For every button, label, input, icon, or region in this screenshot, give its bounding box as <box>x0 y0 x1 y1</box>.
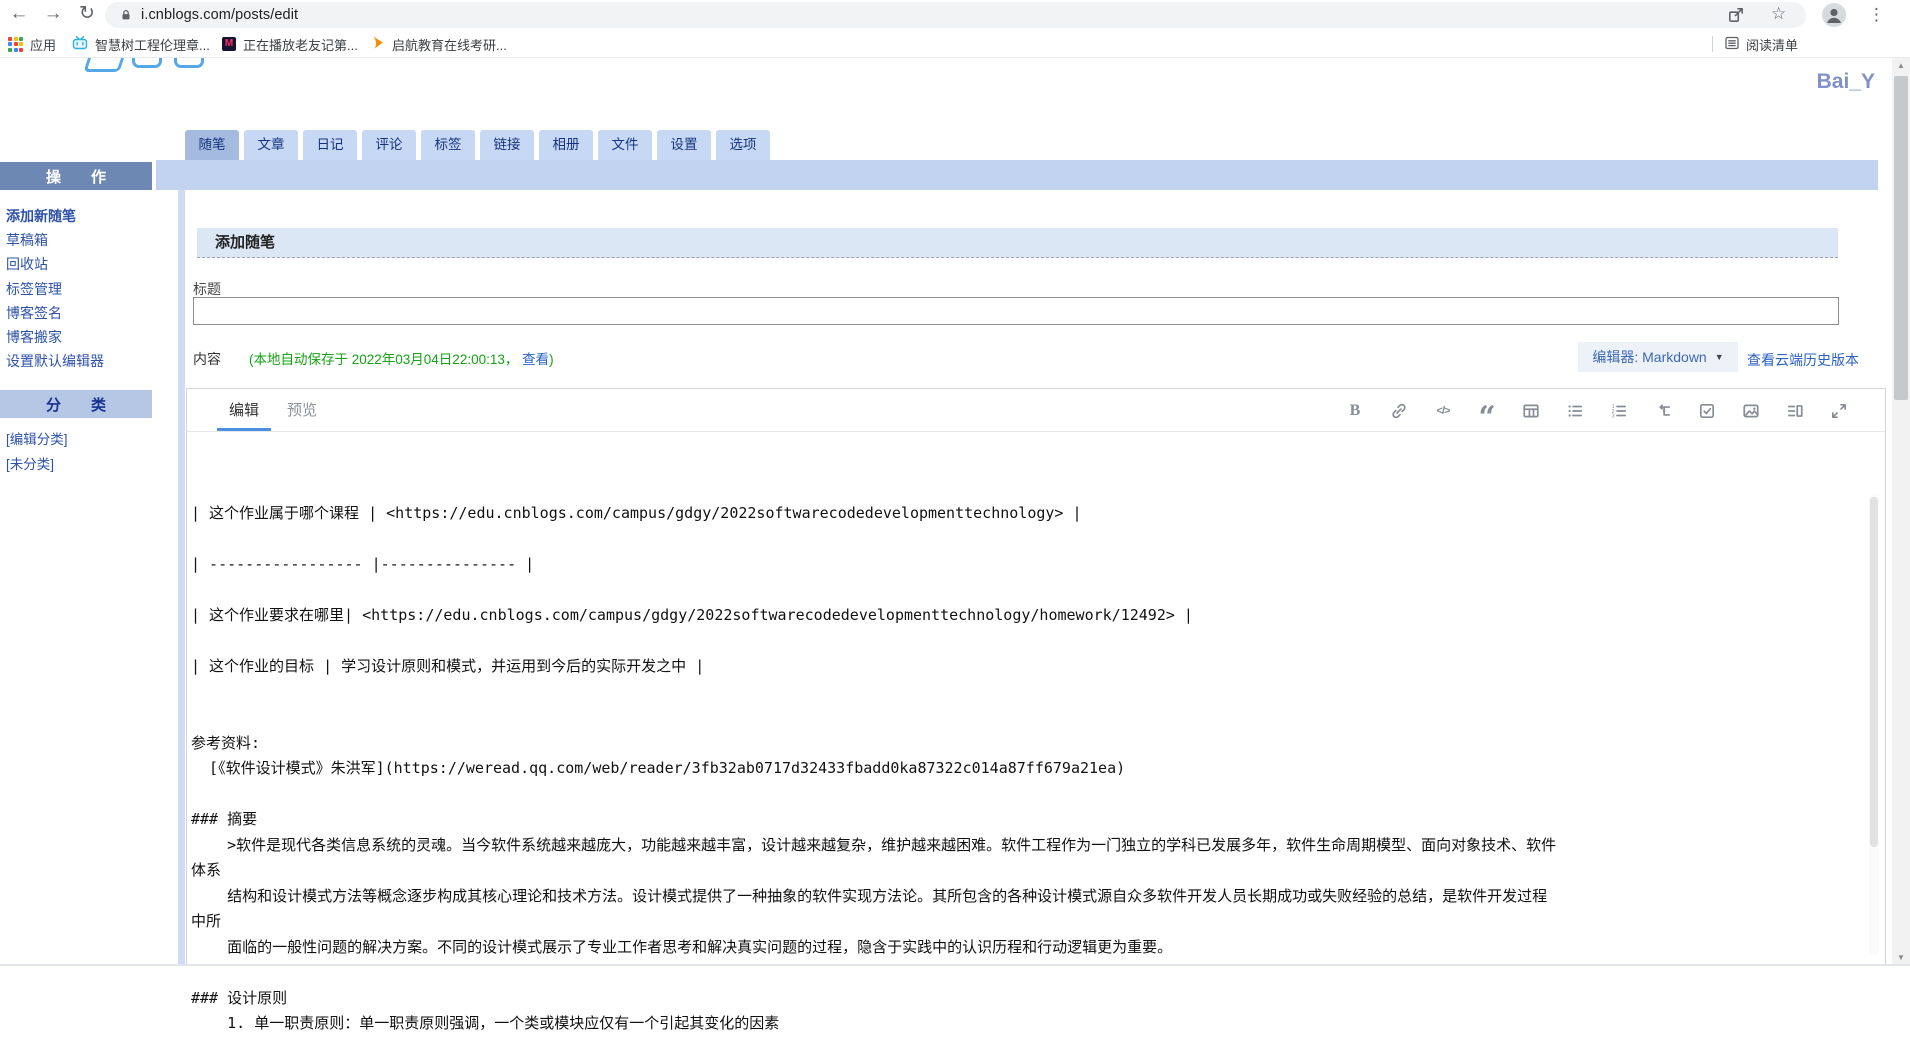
m-icon: M <box>222 37 236 51</box>
table-icon[interactable] <box>1521 401 1541 421</box>
sidebar-item-tag-manage[interactable]: 标签管理 <box>6 279 62 299</box>
editor-scrollbar-thumb[interactable] <box>1870 497 1878 847</box>
editor-toolbar: 编辑 预览 B </> “ 123 <box>187 389 1885 432</box>
editor-toolbar-icons: B </> “ 123 <box>1345 389 1849 432</box>
editor-tab-preview[interactable]: 预览 <box>287 399 317 420</box>
editor-select-button[interactable]: 编辑器: Markdown ▼ <box>1578 342 1738 372</box>
tab-shezhi[interactable]: 设置 <box>657 130 711 160</box>
autosave-status: (本地自动保存于 2022年03月04日22:00:13， 查看) <box>249 352 554 367</box>
task-list-icon[interactable] <box>1697 401 1717 421</box>
image-icon[interactable] <box>1741 401 1761 421</box>
code-icon[interactable]: </> <box>1433 401 1453 421</box>
page-body: Bai_Y 随笔 文章 日记 评论 标签 链接 相册 文件 设置 选项 操作 添… <box>0 42 1910 1032</box>
outline-icon[interactable] <box>1653 401 1673 421</box>
editor-content[interactable]: | 这个作业属于哪个课程 | <https://edu.cnblogs.com/… <box>188 501 1868 1037</box>
unordered-list-icon[interactable] <box>1565 401 1585 421</box>
avatar[interactable] <box>1822 3 1846 32</box>
sidebar-item-recycle-bin[interactable]: 回收站 <box>6 254 48 274</box>
section-title: 添加随笔 <box>197 228 1838 258</box>
scrollbar-thumb[interactable] <box>1894 76 1908 400</box>
content-label: 内容 <box>193 351 221 367</box>
chevron-down-icon: ▼ <box>1714 352 1724 362</box>
editor-tab-edit[interactable]: 编辑 <box>216 399 272 431</box>
bookmark-star-icon[interactable]: ☆ <box>1771 4 1786 24</box>
tab-wenzhang[interactable]: 文章 <box>244 130 298 160</box>
lock-icon <box>119 7 133 28</box>
browser-menu-icon[interactable]: ⋮ <box>1868 2 1885 28</box>
reload-icon[interactable]: ↻ <box>74 0 100 28</box>
back-icon[interactable]: ← <box>6 0 32 28</box>
page-scrollbar[interactable]: ▲ ▼ <box>1892 58 1910 966</box>
sidebar-cat-header: 分类 <box>0 390 152 418</box>
editor-scrollbar[interactable] <box>1869 495 1879 955</box>
sidebar-item-add-post[interactable]: 添加新随笔 <box>6 206 76 226</box>
tab-lianjie[interactable]: 链接 <box>480 130 534 160</box>
bookmark-item[interactable]: M 正在播放老友记第... <box>222 30 358 58</box>
svg-text:3: 3 <box>1612 413 1615 419</box>
sidebar-item-drafts[interactable]: 草稿箱 <box>6 230 48 250</box>
sidebar-ops-header: 操作 <box>0 162 152 190</box>
sidebar-item-blog-move[interactable]: 博客搬家 <box>6 327 62 347</box>
browser-toolbar: ← → ↻ i.cnblogs.com/posts/edit ☆ ⋮ <box>0 0 1910 30</box>
bold-icon[interactable]: B <box>1345 401 1365 421</box>
ordered-list-icon[interactable]: 123 <box>1609 401 1629 421</box>
tab-wenjian[interactable]: 文件 <box>598 130 652 160</box>
tab-biaoqian[interactable]: 标签 <box>421 130 475 160</box>
tab-riji[interactable]: 日记 <box>303 130 357 160</box>
play-icon <box>370 35 385 53</box>
tab-suibi[interactable]: 随笔 <box>185 130 239 160</box>
tab-xuanxiang[interactable]: 选项 <box>716 130 770 160</box>
title-input[interactable] <box>193 297 1839 325</box>
fullscreen-icon[interactable] <box>1829 401 1849 421</box>
autosave-view-link[interactable]: 查看 <box>522 352 549 367</box>
reading-list-button[interactable]: 阅读清单 <box>1724 30 1798 58</box>
bookmarks-bar: 应用 智慧树工程伦理章... M 正在播放老友记第... 启航教育在线考研...… <box>0 30 1910 58</box>
share-icon[interactable] <box>1727 6 1745 29</box>
sidebar-item-default-editor[interactable]: 设置默认编辑器 <box>6 351 104 371</box>
bookmark-apps[interactable]: 应用 <box>8 30 56 58</box>
reading-list-icon <box>1724 35 1740 54</box>
divider <box>1712 36 1713 52</box>
tv-icon <box>72 35 88 54</box>
bookmark-item[interactable]: 启航教育在线考研... <box>370 30 507 58</box>
side-by-side-icon[interactable] <box>1785 401 1805 421</box>
sidebar-item-uncategorized[interactable]: [未分类] <box>6 453 54 473</box>
url-text[interactable]: i.cnblogs.com/posts/edit <box>141 7 298 23</box>
sidebar-item-signature[interactable]: 博客签名 <box>6 303 62 323</box>
header-band <box>156 160 1878 190</box>
content-left-border <box>178 190 185 966</box>
username[interactable]: Bai_Y <box>1770 70 1875 94</box>
quote-icon[interactable]: “ <box>1477 401 1497 432</box>
scroll-up-icon[interactable]: ▲ <box>1892 58 1910 74</box>
apps-grid-icon <box>8 36 23 52</box>
title-label: 标题 <box>193 281 221 297</box>
content-label-row: 内容 (本地自动保存于 2022年03月04日22:00:13， 查看) <box>193 348 554 369</box>
address-bar[interactable]: i.cnblogs.com/posts/edit ☆ <box>105 2 1806 28</box>
forward-icon[interactable]: → <box>40 0 66 28</box>
bookmark-item[interactable]: 智慧树工程伦理章... <box>72 30 210 58</box>
tab-xiangce[interactable]: 相册 <box>539 130 593 160</box>
markdown-editor: 编辑 预览 B </> “ 123 | 这个作业属于哪个课程 | <https:… <box>186 388 1886 1032</box>
tab-pinglun[interactable]: 评论 <box>362 130 416 160</box>
sidebar-item-edit-category[interactable]: [编辑分类] <box>6 428 68 448</box>
cloud-history-link[interactable]: 查看云端历史版本 <box>1747 350 1859 370</box>
link-icon[interactable] <box>1389 401 1409 421</box>
